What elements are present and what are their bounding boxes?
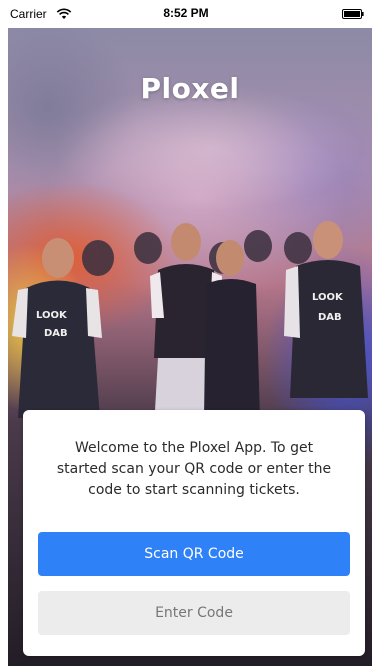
scan-qr-code-button[interactable]: Scan QR Code (38, 532, 350, 576)
welcome-card: Welcome to the Ploxel App. To get starte… (23, 410, 365, 656)
status-time: 8:52 PM (163, 6, 209, 20)
welcome-message: Welcome to the Ploxel App. To get starte… (56, 440, 332, 498)
app-logo: Ploxel (140, 72, 240, 105)
app-screen: Carrier 8:52 PM Ploxel Welcome to the Pl… (0, 0, 372, 666)
battery-icon (342, 9, 364, 19)
status-bar: Carrier 8:52 PM (0, 0, 372, 28)
enter-code-button[interactable]: Enter Code (38, 591, 350, 635)
